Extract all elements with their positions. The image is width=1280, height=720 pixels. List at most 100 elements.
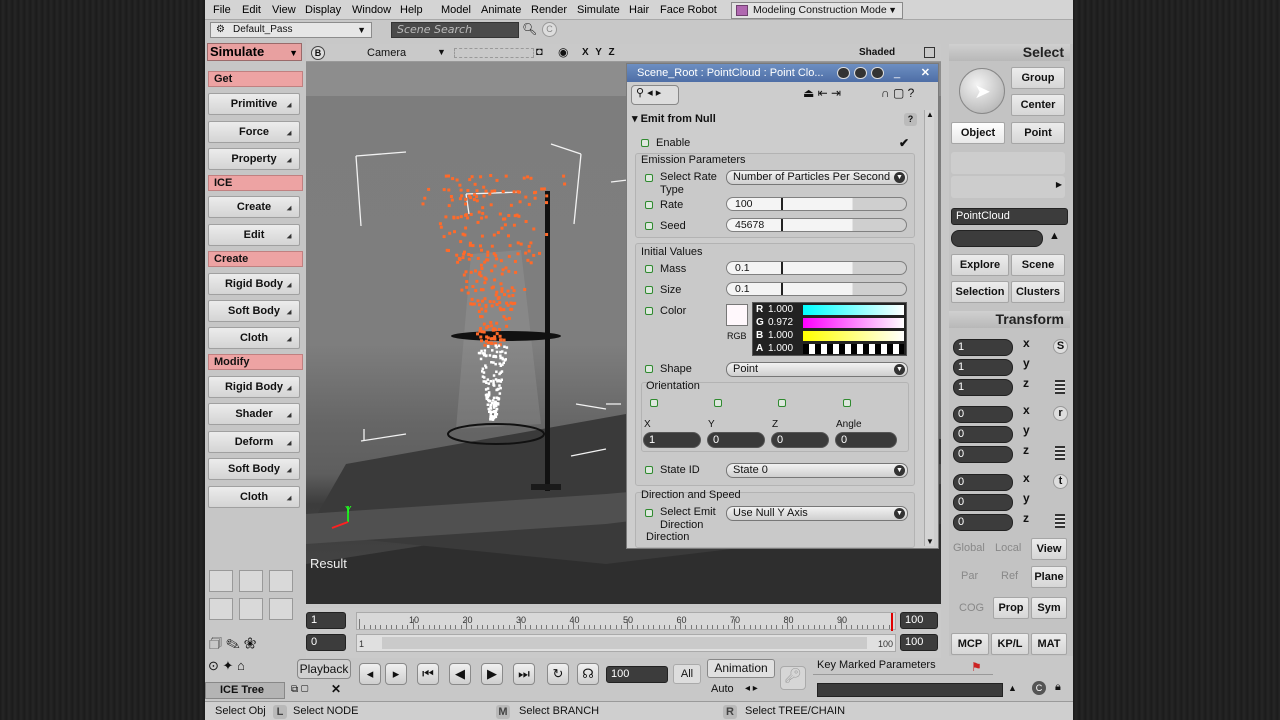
orientation-z-field[interactable]: 0 xyxy=(771,432,829,448)
menu-face-robot[interactable]: Face Robot xyxy=(660,4,717,16)
animatable-dot[interactable] xyxy=(645,365,653,373)
animatable-dot[interactable] xyxy=(645,222,653,230)
selected-object-field[interactable]: PointCloud xyxy=(951,208,1068,225)
all-button[interactable]: All xyxy=(673,664,701,684)
ice-edit-button[interactable]: Edit xyxy=(208,224,300,246)
preset-nav[interactable]: ⚲ ◂ ▸ xyxy=(631,85,679,105)
rotation-y-field[interactable]: 0 xyxy=(953,426,1013,443)
scale-x-field[interactable]: 1 xyxy=(953,339,1013,356)
selection-arrow-icon[interactable]: ➤ xyxy=(959,68,1005,114)
emit-direction-dropdown[interactable]: Use Null Y Axis ▼ xyxy=(726,506,908,521)
object-button[interactable]: Object xyxy=(951,122,1005,144)
scene-search-input[interactable]: Scene Search xyxy=(391,22,519,38)
scene-button[interactable]: Scene xyxy=(1011,254,1065,276)
translate-z-field[interactable]: 0 xyxy=(953,514,1013,531)
y-axis-label[interactable]: y xyxy=(1023,423,1030,437)
pass-selector[interactable]: ⚙ Default_Pass ▼ xyxy=(210,22,372,38)
scale-z-field[interactable]: 1 xyxy=(953,379,1013,396)
modify-soft-body-button[interactable]: Soft Body xyxy=(208,458,300,480)
create-cloth-button[interactable]: Cloth xyxy=(208,327,300,349)
camera-menu[interactable]: Camera xyxy=(367,47,406,59)
range-end-field[interactable]: 100 xyxy=(900,634,938,651)
ice-tree-tab[interactable]: ICE Tree xyxy=(205,682,285,699)
center-button[interactable]: Center xyxy=(1011,94,1065,116)
z-axis-label[interactable]: z xyxy=(1023,376,1029,390)
menu-simulate[interactable]: Simulate xyxy=(577,4,620,16)
timeline-start-field[interactable]: 1 xyxy=(306,612,346,629)
local-toggle[interactable]: Local xyxy=(995,542,1021,554)
red-slider[interactable] xyxy=(803,305,904,315)
z-axis-label[interactable]: z xyxy=(1023,511,1029,525)
property-button[interactable]: Property xyxy=(208,148,300,170)
x-axis-label[interactable]: x xyxy=(1023,471,1030,485)
animatable-dot[interactable] xyxy=(714,399,722,407)
camera-icon[interactable]: ◘ xyxy=(536,46,543,58)
restore-icon[interactable]: ⧉ ▢ xyxy=(291,684,309,695)
red-value[interactable]: 1.000 xyxy=(768,304,793,315)
animatable-dot[interactable] xyxy=(778,399,786,407)
scale-lock-icon[interactable] xyxy=(1055,380,1065,394)
translate-button[interactable]: t xyxy=(1053,474,1068,489)
recycle-icon[interactable] xyxy=(837,67,850,79)
animatable-dot[interactable] xyxy=(645,174,653,182)
marked-params-icon[interactable]: ⚑ xyxy=(971,660,982,674)
step-back-icon[interactable]: ◀ xyxy=(449,663,471,685)
filter-slot[interactable] xyxy=(951,152,1065,174)
mcp-tab[interactable]: MCP xyxy=(951,633,989,655)
layout-icon[interactable] xyxy=(209,570,233,592)
emit-from-null-header[interactable]: ▾ Emit from Null xyxy=(632,112,716,125)
size-slider[interactable]: 0.1 xyxy=(726,282,907,296)
clusters-button[interactable]: Clusters xyxy=(1011,281,1065,303)
animatable-dot[interactable] xyxy=(641,139,649,147)
prop-button[interactable]: Prop xyxy=(993,597,1029,619)
green-slider[interactable] xyxy=(803,318,904,328)
animatable-dot[interactable] xyxy=(843,399,851,407)
loop-icon[interactable]: ↻ xyxy=(547,663,569,685)
x-axis-label[interactable]: x xyxy=(1023,336,1030,350)
z-axis-label[interactable]: z xyxy=(1023,443,1029,457)
rate-type-dropdown[interactable]: Number of Particles Per Second ▼ xyxy=(726,170,908,185)
scale-y-field[interactable]: 1 xyxy=(953,359,1013,376)
layout-icon[interactable] xyxy=(209,598,233,620)
minimize-icon[interactable]: _ xyxy=(894,64,900,82)
arrow-up-down-icon[interactable]: ▲ xyxy=(1049,230,1060,242)
rotate-button[interactable]: r xyxy=(1053,406,1068,421)
y-axis-label[interactable]: y xyxy=(1023,491,1030,505)
layout-icon[interactable] xyxy=(239,570,263,592)
animatable-dot[interactable] xyxy=(645,466,653,474)
auto-key-toggle[interactable]: Auto xyxy=(711,683,734,695)
blue-slider[interactable] xyxy=(803,331,904,341)
translate-y-field[interactable]: 0 xyxy=(953,494,1013,511)
create-soft-body-button[interactable]: Soft Body xyxy=(208,300,300,322)
shader-button[interactable]: Shader xyxy=(208,403,300,425)
clear-search-icon[interactable]: C xyxy=(542,22,557,37)
translate-x-field[interactable]: 0 xyxy=(953,474,1013,491)
plane-button[interactable]: Plane xyxy=(1031,566,1067,588)
filter-slot[interactable]: ▶ xyxy=(951,176,1065,198)
orientation-angle-field[interactable]: 0 xyxy=(835,432,897,448)
explore-button[interactable]: Explore xyxy=(951,254,1009,276)
script-editor-icon[interactable]: C xyxy=(1032,681,1046,695)
selection-button[interactable]: Selection xyxy=(951,281,1009,303)
animatable-dot[interactable] xyxy=(645,265,653,273)
ref-toggle[interactable]: Ref xyxy=(1001,570,1018,582)
rotation-z-field[interactable]: 0 xyxy=(953,446,1013,463)
timeline-ruler[interactable]: 10 20 30 40 50 60 70 80 90 xyxy=(356,612,896,631)
mass-slider[interactable]: 0.1 xyxy=(726,261,907,275)
modify-rigid-body-button[interactable]: Rigid Body xyxy=(208,376,300,398)
state-id-dropdown[interactable]: State 0 ▼ xyxy=(726,463,908,478)
animatable-dot[interactable] xyxy=(645,307,653,315)
menu-edit[interactable]: Edit xyxy=(242,4,261,16)
scale-button[interactable]: S xyxy=(1053,339,1068,354)
modify-cloth-button[interactable]: Cloth xyxy=(208,486,300,508)
layout-icon[interactable] xyxy=(269,598,293,620)
prev-key-icon[interactable]: ◂ xyxy=(359,663,381,685)
key-nav-arrows[interactable]: ◂ ▸ xyxy=(745,683,758,694)
close-icon[interactable]: ✕ xyxy=(331,682,341,696)
primitive-button[interactable]: Primitive xyxy=(208,93,300,115)
menu-file[interactable]: File xyxy=(213,4,231,16)
menu-help[interactable]: Help xyxy=(400,4,423,16)
orientation-y-field[interactable]: 0 xyxy=(707,432,765,448)
view-slots[interactable] xyxy=(454,48,534,58)
group-button[interactable]: Group xyxy=(1011,67,1065,89)
